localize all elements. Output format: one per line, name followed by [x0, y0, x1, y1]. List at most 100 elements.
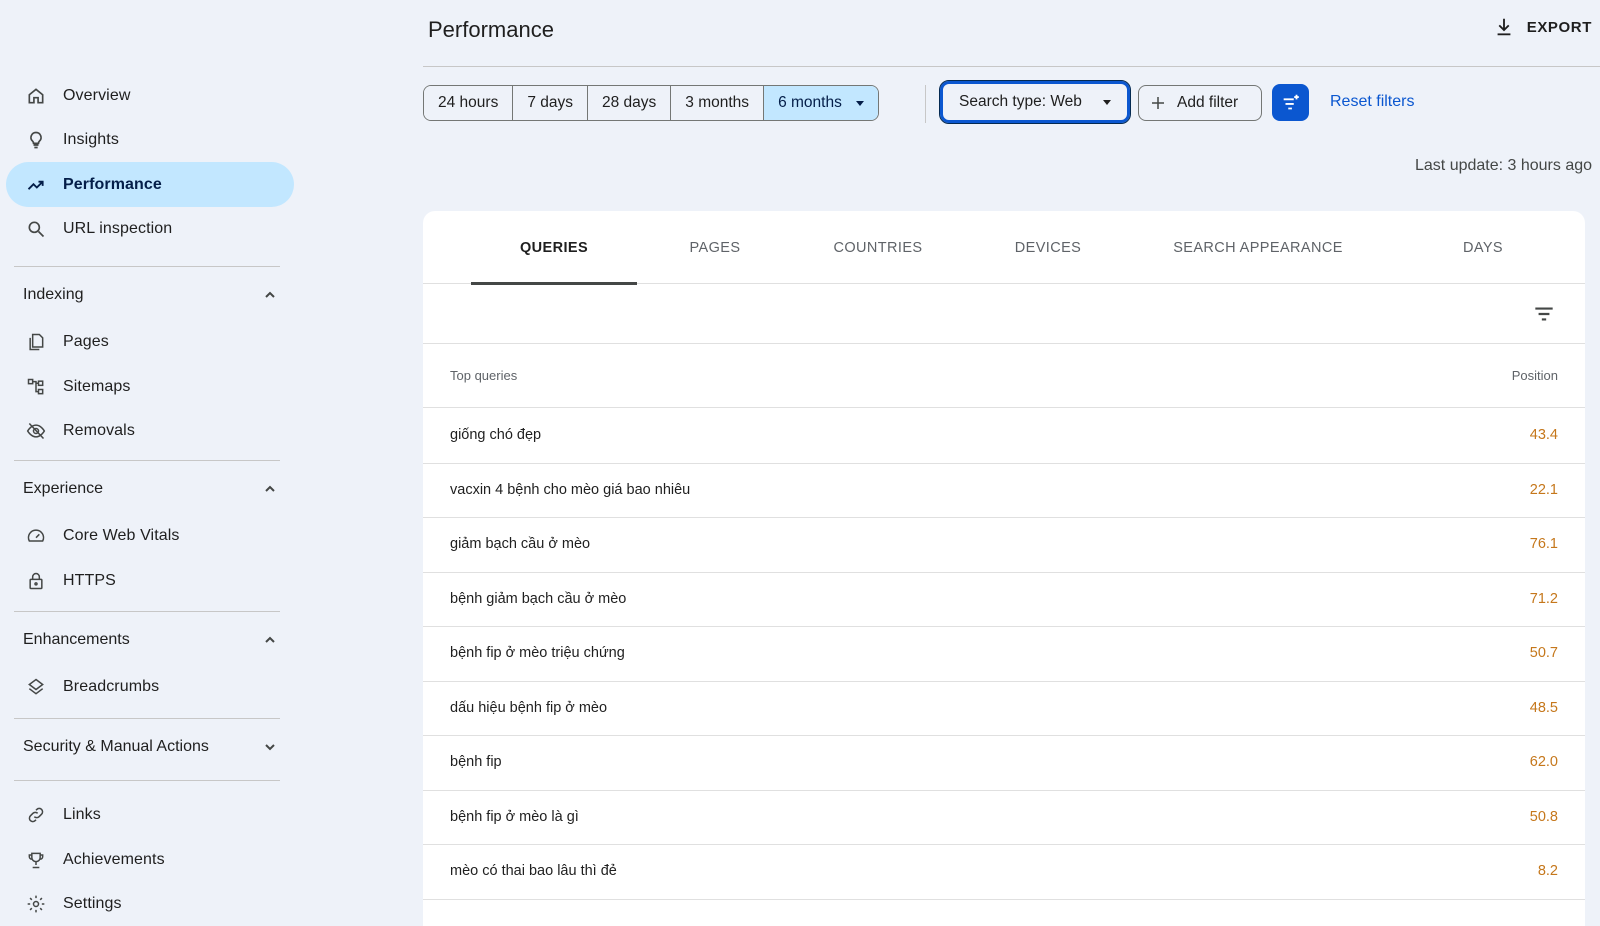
table-toolbar	[423, 284, 1585, 344]
trending-up-icon	[25, 174, 47, 196]
compare-filter-button[interactable]	[1272, 84, 1309, 121]
column-header-queries[interactable]: Top queries	[450, 368, 517, 383]
sidebar-item-sitemaps[interactable]: Sitemaps	[6, 364, 294, 409]
query-cell: mèo có thai bao lâu thì đẻ	[450, 863, 617, 879]
sidebar-item-achievements[interactable]: Achievements	[6, 837, 294, 882]
query-cell: giảm bạch cầu ở mèo	[450, 536, 591, 552]
range-28-days[interactable]: 28 days	[588, 86, 672, 120]
sidebar-divider	[14, 780, 280, 781]
sidebar-item-core-web-vitals[interactable]: Core Web Vitals	[6, 513, 294, 558]
sidebar-item-links[interactable]: Links	[6, 792, 294, 837]
column-header-position[interactable]: Position	[1512, 368, 1558, 383]
sidebar-item-label: Pages	[63, 332, 109, 350]
report-card: QUERIES PAGES COUNTRIES DEVICES SEARCH A…	[423, 211, 1585, 926]
section-enhancements[interactable]: Enhancements	[14, 620, 286, 660]
sidebar-item-label: HTTPS	[63, 571, 116, 589]
sidebar-item-label: Breadcrumbs	[63, 677, 160, 695]
table-row[interactable]: bệnh giảm bạch cầu ở mèo 71.2	[423, 572, 1585, 627]
tab-search-appearance[interactable]: SEARCH APPEARANCE	[1158, 211, 1358, 284]
query-cell: vacxin 4 bệnh cho mèo giá bao nhiêu	[450, 481, 691, 498]
tab-pages[interactable]: PAGES	[655, 211, 775, 284]
position-cell: 76.1	[1529, 536, 1558, 552]
sidebar-item-label: Insights	[63, 130, 119, 148]
range-7-days[interactable]: 7 days	[513, 86, 588, 120]
query-cell: dấu hiệu bệnh fip ở mèo	[450, 699, 608, 716]
chevron-up-icon	[265, 636, 275, 643]
sidebar-item-label: Core Web Vitals	[63, 526, 180, 544]
range-label: 7 days	[527, 94, 573, 111]
sidebar-item-label: URL inspection	[63, 219, 173, 237]
section-title: Indexing	[23, 286, 84, 303]
sidebar-item-overview[interactable]: Overview	[6, 73, 294, 118]
query-cell: bệnh fip	[450, 754, 502, 770]
date-range-selector: 24 hours 7 days 28 days 3 months 6 month…	[423, 85, 879, 121]
sidebar-item-label: Settings	[63, 894, 122, 912]
add-filter-label: Add filter	[1177, 94, 1239, 111]
sidebar-item-label: Links	[63, 805, 101, 823]
report-tabs: QUERIES PAGES COUNTRIES DEVICES SEARCH A…	[423, 211, 1585, 285]
table-row[interactable]: giống chó đẹp 43.4	[423, 408, 1585, 464]
dropdown-caret-icon	[855, 100, 864, 106]
table-row[interactable]: mèo có thai bao lâu thì đẻ 8.2	[423, 844, 1585, 900]
tab-days[interactable]: DAYS	[1423, 211, 1543, 284]
eye-off-icon	[25, 420, 47, 442]
filter-rows-icon[interactable]	[1531, 301, 1557, 327]
tab-devices[interactable]: DEVICES	[988, 211, 1108, 284]
section-title: Experience	[23, 480, 104, 497]
link-icon	[25, 804, 47, 826]
pages-icon	[25, 331, 47, 353]
range-label: 3 months	[685, 94, 750, 111]
sidebar-item-label: Sitemaps	[63, 377, 131, 395]
tab-countries[interactable]: COUNTRIES	[808, 211, 948, 284]
position-cell: 62.0	[1529, 754, 1558, 770]
dropdown-caret-icon	[1103, 99, 1111, 105]
tab-queries[interactable]: QUERIES	[471, 211, 637, 285]
export-button[interactable]: EXPORT	[1493, 16, 1592, 38]
sidebar-divider	[14, 611, 280, 612]
sidebar-item-https[interactable]: HTTPS	[6, 558, 294, 603]
range-24-hours[interactable]: 24 hours	[424, 86, 514, 120]
filter-sparkle-icon	[1283, 94, 1299, 109]
sidebar-item-label: Removals	[63, 421, 135, 439]
position-cell: 48.5	[1529, 699, 1558, 716]
position-cell: 71.2	[1529, 590, 1558, 607]
sidebar-divider	[14, 460, 280, 461]
search-type-dropdown[interactable]: Search type: Web	[939, 80, 1131, 124]
range-label: 24 hours	[438, 94, 499, 111]
position-cell: 50.7	[1529, 645, 1558, 661]
position-cell: 50.8	[1529, 808, 1558, 825]
table-row[interactable]: dấu hiệu bệnh fip ở mèo 48.5	[423, 681, 1585, 736]
download-icon	[1497, 18, 1511, 36]
sidebar-item-insights[interactable]: Insights	[6, 117, 294, 162]
reset-filters-link[interactable]: Reset filters	[1330, 93, 1414, 111]
sidebar-item-url-inspection[interactable]: URL inspection	[6, 206, 294, 251]
table-row[interactable]: bệnh fip 62.0	[423, 735, 1585, 791]
sidebar-item-pages[interactable]: Pages	[6, 319, 294, 364]
query-cell: bệnh fip ở mèo là gì	[450, 808, 579, 825]
sidebar-item-breadcrumbs[interactable]: Breadcrumbs	[6, 664, 294, 709]
layers-icon	[25, 676, 47, 698]
page-title: Performance	[428, 17, 554, 42]
table-row[interactable]: giảm bạch cầu ở mèo 76.1	[423, 517, 1585, 573]
plus-icon	[1152, 97, 1164, 109]
range-3-months[interactable]: 3 months	[671, 86, 765, 120]
table-row[interactable]: bệnh fip ở mèo là gì 50.8	[423, 790, 1585, 845]
section-indexing[interactable]: Indexing	[14, 275, 286, 315]
section-experience[interactable]: Experience	[14, 469, 286, 509]
speedometer-icon	[25, 525, 47, 547]
sidebar-item-performance[interactable]: Performance	[6, 162, 294, 207]
sidebar-item-label: Performance	[63, 175, 162, 193]
sidebar-item-removals[interactable]: Removals	[6, 408, 294, 453]
chevron-down-icon	[265, 744, 275, 751]
gear-icon	[25, 893, 47, 915]
section-security[interactable]: Security & Manual Actions	[14, 727, 286, 767]
sidebar-item-settings[interactable]: Settings	[6, 881, 294, 926]
range-6-months[interactable]: 6 months	[764, 86, 878, 120]
table-row[interactable]: bệnh fip ở mèo triệu chứng 50.7	[423, 626, 1585, 682]
add-filter-button[interactable]: Add filter	[1138, 85, 1262, 121]
lightbulb-icon	[25, 129, 47, 151]
last-update-text: Last update: 3 hours ago	[1415, 157, 1593, 174]
section-title: Security & Manual Actions	[23, 738, 209, 755]
table-row[interactable]: vacxin 4 bệnh cho mèo giá bao nhiêu 22.1	[423, 463, 1585, 518]
range-label: 6 months	[778, 94, 842, 111]
